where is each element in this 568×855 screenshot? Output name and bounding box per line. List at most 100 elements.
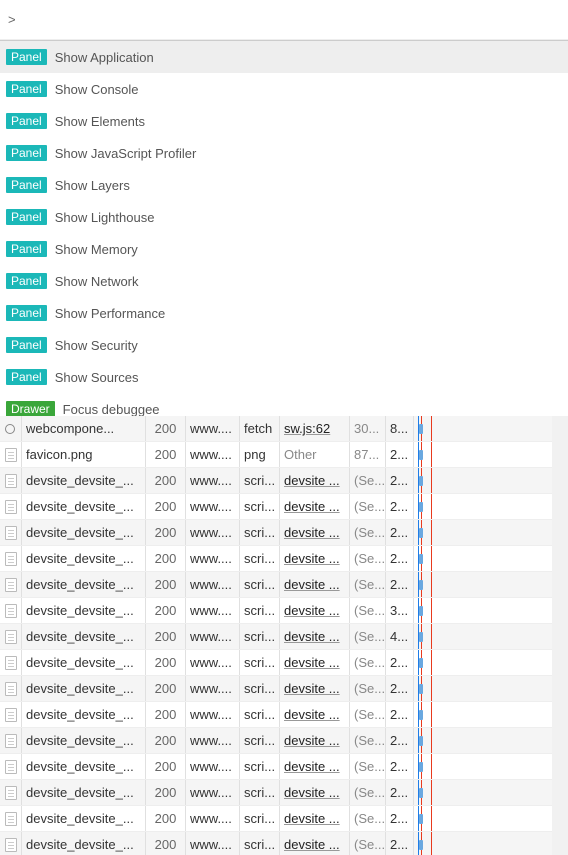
- network-row[interactable]: devsite_devsite_...200www....scri...devs…: [0, 832, 568, 855]
- network-row[interactable]: devsite_devsite_...200www....scri...devs…: [0, 572, 568, 598]
- command-label: Show Elements: [55, 114, 145, 129]
- file-icon: [0, 754, 22, 779]
- gear-icon: [0, 416, 22, 441]
- type: scri...: [240, 676, 280, 701]
- initiator[interactable]: devsite ...: [280, 728, 350, 753]
- command-item[interactable]: PanelShow Sources: [0, 361, 568, 393]
- command-item[interactable]: Panel Show Elements: [0, 105, 568, 137]
- waterfall-cell: [414, 416, 568, 441]
- waterfall-cell: [414, 520, 568, 545]
- initiator[interactable]: devsite ...: [280, 624, 350, 649]
- command-item[interactable]: DrawerFocus debuggee: [0, 393, 568, 416]
- network-table[interactable]: webcompone...200www....fetchsw.js:6230..…: [0, 416, 568, 855]
- command-item[interactable]: PanelShow Application: [0, 41, 568, 73]
- command-label: Show Performance: [55, 306, 166, 321]
- network-row[interactable]: devsite_devsite_...200www....scri...devs…: [0, 520, 568, 546]
- initiator[interactable]: devsite ...: [280, 650, 350, 675]
- network-row[interactable]: devsite_devsite_...200www....scri...devs…: [0, 546, 568, 572]
- network-row[interactable]: devsite_devsite_...200www....scri...devs…: [0, 806, 568, 832]
- time: 2...: [386, 572, 414, 597]
- panel-badge: Panel: [6, 113, 47, 129]
- request-name: devsite_devsite_...: [22, 754, 146, 779]
- status-code: 200: [146, 520, 186, 545]
- command-menu[interactable]: PanelShow ApplicationPanelShow ConsolePa…: [0, 40, 568, 416]
- initiator[interactable]: devsite ...: [280, 702, 350, 727]
- file-icon: [0, 598, 22, 623]
- command-input[interactable]: >: [0, 0, 568, 40]
- command-item[interactable]: PanelShow Security: [0, 329, 568, 361]
- initiator[interactable]: devsite ...: [280, 754, 350, 779]
- initiator[interactable]: devsite ...: [280, 598, 350, 623]
- status-code: 200: [146, 468, 186, 493]
- size: (Se...: [350, 624, 386, 649]
- status-code: 200: [146, 546, 186, 571]
- network-row[interactable]: webcompone...200www....fetchsw.js:6230..…: [0, 416, 568, 442]
- initiator[interactable]: devsite ...: [280, 832, 350, 855]
- file-icon: [0, 520, 22, 545]
- network-row[interactable]: devsite_devsite_...200www....scri...devs…: [0, 494, 568, 520]
- request-name: devsite_devsite_...: [22, 572, 146, 597]
- network-row[interactable]: devsite_devsite_...200www....scri...devs…: [0, 754, 568, 780]
- network-row[interactable]: devsite_devsite_...200www....scri...devs…: [0, 676, 568, 702]
- network-row[interactable]: devsite_devsite_...200www....scri...devs…: [0, 728, 568, 754]
- request-name: devsite_devsite_...: [22, 676, 146, 701]
- domain: www....: [186, 650, 240, 675]
- initiator[interactable]: devsite ...: [280, 494, 350, 519]
- network-row[interactable]: devsite_devsite_...200www....scri...devs…: [0, 624, 568, 650]
- panel-badge: Panel: [6, 273, 47, 289]
- command-item[interactable]: PanelShow Console: [0, 73, 568, 105]
- type: scri...: [240, 832, 280, 855]
- initiator[interactable]: devsite ...: [280, 468, 350, 493]
- file-icon: [0, 468, 22, 493]
- panel-badge: Panel: [6, 145, 47, 161]
- command-item[interactable]: PanelShow Memory: [0, 233, 568, 265]
- initiator[interactable]: devsite ...: [280, 546, 350, 571]
- size: (Se...: [350, 702, 386, 727]
- request-name: devsite_devsite_...: [22, 702, 146, 727]
- request-name: favicon.png: [22, 442, 146, 467]
- command-label: Focus debuggee: [63, 402, 160, 417]
- file-icon: [0, 572, 22, 597]
- initiator[interactable]: devsite ...: [280, 780, 350, 805]
- command-label: Show Layers: [55, 178, 130, 193]
- status-code: 200: [146, 754, 186, 779]
- status-code: 200: [146, 806, 186, 831]
- time: 2...: [386, 468, 414, 493]
- waterfall-cell: [414, 832, 568, 855]
- network-row[interactable]: devsite_devsite_...200www....scri...devs…: [0, 468, 568, 494]
- network-row[interactable]: devsite_devsite_...200www....scri...devs…: [0, 780, 568, 806]
- command-item[interactable]: PanelShow JavaScript Profiler: [0, 137, 568, 169]
- initiator[interactable]: sw.js:62: [280, 416, 350, 441]
- command-label: Show Sources: [55, 370, 139, 385]
- time: 2...: [386, 650, 414, 675]
- status-code: 200: [146, 702, 186, 727]
- network-row[interactable]: devsite_devsite_...200www....scri...devs…: [0, 702, 568, 728]
- command-item[interactable]: PanelShow Lighthouse: [0, 201, 568, 233]
- network-row[interactable]: devsite_devsite_...200www....scri...devs…: [0, 598, 568, 624]
- waterfall-cell: [414, 754, 568, 779]
- size: (Se...: [350, 520, 386, 545]
- prompt-char: >: [8, 12, 16, 27]
- type: scri...: [240, 572, 280, 597]
- command-label: Show Application: [55, 50, 154, 65]
- network-row[interactable]: favicon.png200www....pngOther87...2...: [0, 442, 568, 468]
- waterfall-cell: [414, 546, 568, 571]
- network-scrollbar[interactable]: [552, 416, 568, 855]
- initiator[interactable]: devsite ...: [280, 520, 350, 545]
- initiator[interactable]: devsite ...: [280, 806, 350, 831]
- initiator[interactable]: devsite ...: [280, 572, 350, 597]
- network-row[interactable]: devsite_devsite_...200www....scri...devs…: [0, 650, 568, 676]
- status-code: 200: [146, 650, 186, 675]
- command-item[interactable]: PanelShow Performance: [0, 297, 568, 329]
- command-item[interactable]: PanelShow Layers: [0, 169, 568, 201]
- status-code: 200: [146, 494, 186, 519]
- domain: www....: [186, 598, 240, 623]
- command-label: Show Lighthouse: [55, 210, 155, 225]
- initiator[interactable]: devsite ...: [280, 676, 350, 701]
- time: 4...: [386, 624, 414, 649]
- file-icon: [0, 650, 22, 675]
- request-name: devsite_devsite_...: [22, 468, 146, 493]
- size: (Se...: [350, 676, 386, 701]
- initiator: Other: [280, 442, 350, 467]
- command-item[interactable]: PanelShow Network: [0, 265, 568, 297]
